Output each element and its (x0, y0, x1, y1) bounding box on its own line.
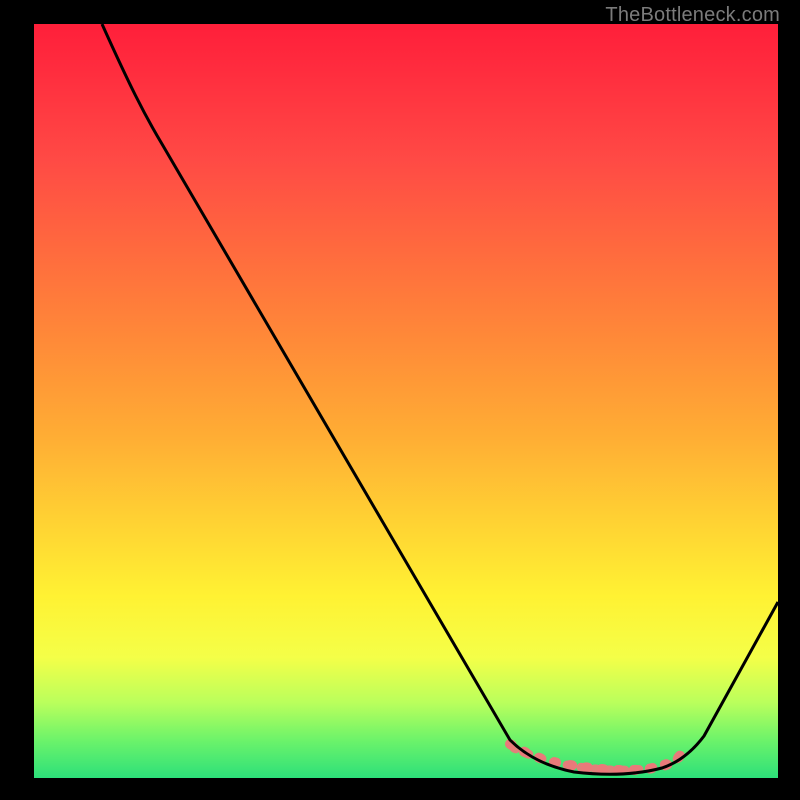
chart-frame: TheBottleneck.com (0, 0, 800, 800)
chart-svg (34, 24, 778, 778)
bottleneck-curve (102, 24, 778, 774)
watermark-text: TheBottleneck.com (605, 4, 780, 27)
plot-area (34, 24, 778, 778)
